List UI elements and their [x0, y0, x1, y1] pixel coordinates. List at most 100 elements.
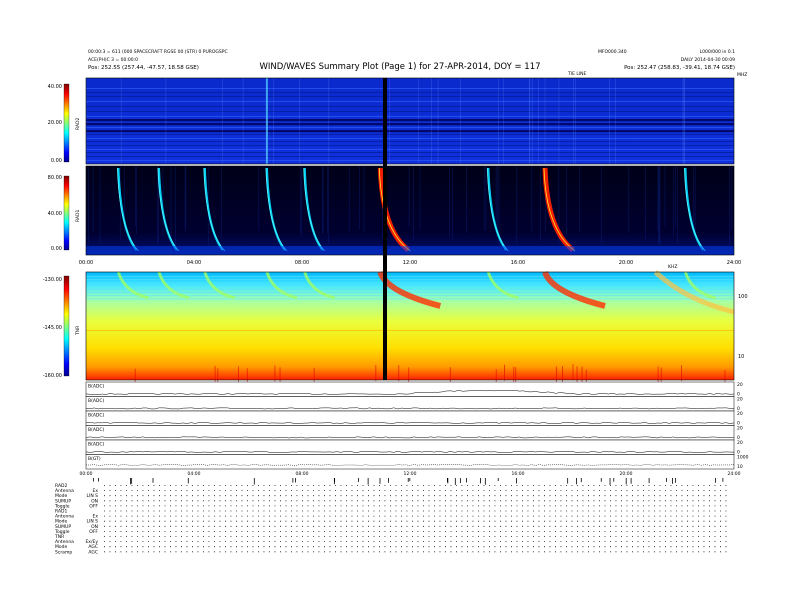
rad1-streak [322, 166, 323, 235]
rad1-streak [673, 166, 675, 236]
rad2-streak [389, 78, 390, 164]
rad2-line [86, 101, 734, 102]
footer-row-label: Mode [55, 519, 67, 525]
tnr-spike [398, 365, 400, 382]
rad1-streak [327, 166, 328, 233]
rad1-streak [694, 166, 696, 234]
rad1-streak [497, 166, 498, 237]
rad1-streak [452, 166, 453, 240]
tnr-right-label: KHZ [668, 264, 677, 270]
footer-row-value: OFF [89, 529, 98, 535]
event-tick [295, 478, 296, 483]
rad1-streak [495, 166, 497, 229]
rad1-tick-top: 80.00 [48, 175, 62, 181]
rad1-streak [221, 166, 222, 238]
rad2-line [86, 106, 734, 107]
footer-row-label: Toggle [54, 529, 70, 535]
mag-right-tick: 20 [737, 440, 743, 446]
rad1-streak [540, 166, 541, 241]
rad2-tick-bottom: 0.00 [51, 158, 62, 164]
rad1-colorbar [63, 175, 70, 251]
mag-panel-label: B(GT) [88, 456, 101, 462]
rad1-streak [175, 166, 176, 245]
rad2-streak [682, 78, 684, 164]
tnr-spike [681, 365, 682, 382]
header-left-line2: ACE(PH)C 3 = 00:00:0 [88, 57, 138, 63]
rad2-streak [460, 78, 461, 164]
event-tick [388, 478, 389, 483]
rad2-streak [575, 78, 576, 164]
footer-instrument-status: RAD2Antenna ExMode LIN SSUMUP ONToggle OFFRA… [54, 483, 727, 555]
tnr-spike [449, 367, 451, 384]
event-tick [357, 478, 359, 483]
footer-row-value: LIN S [87, 519, 99, 525]
footer-row-label: Antenna [55, 539, 74, 545]
event-tick [480, 478, 481, 484]
event-tick [665, 478, 667, 482]
rad2-streak [538, 78, 539, 164]
rad1-x-tick: 20:00 [619, 260, 633, 266]
mag-panel-frame [85, 396, 735, 412]
event-tick [497, 478, 499, 482]
footer-row-label: RAD2 [55, 483, 67, 489]
tnr-panel: -130.00 -145.00 -160.00 TNR 100 10 KHZ [43, 264, 748, 386]
rad1-streak [162, 166, 164, 236]
rad2-tick-mid: 20.00 [48, 120, 62, 126]
footer-row-label: SUMUP [55, 498, 71, 504]
event-tick [567, 478, 569, 484]
mag-right-tick: 1000 [737, 455, 749, 461]
rad1-panel: 80.00 40.00 0.00 RAD1 00:00 04:00 08:00 12:… [48, 165, 741, 266]
data-gap-marker [383, 78, 387, 380]
footer-row-value: Ex/Ey [85, 539, 98, 545]
mag-panel-frame [85, 454, 735, 470]
rad2-line [86, 127, 734, 128]
event-tick [516, 478, 517, 484]
rad1-streak [363, 166, 365, 232]
event-tick [379, 478, 381, 484]
rad2-line [86, 123, 734, 126]
tnr-spike [408, 367, 410, 384]
tnr-tick-mid: -145.00 [43, 325, 62, 331]
rad1-streak [449, 166, 450, 237]
rad2-line [86, 119, 734, 122]
tnr-tick-bottom: -160.00 [43, 373, 62, 379]
rad1-streak [579, 166, 580, 232]
mag-x-tick: 16:00 [512, 471, 525, 477]
event-tick [625, 478, 627, 485]
footer-row-value: Ex [92, 514, 98, 520]
event-tick [576, 478, 577, 485]
rad1-streak [300, 166, 301, 234]
event-tick [131, 478, 133, 484]
rad1-streak [531, 166, 533, 231]
header-left-line1: 00:00:3 = 611 (000 SPACECRAFT RGSE 00 (S… [88, 49, 228, 55]
rad2-streak [165, 78, 167, 164]
rad1-streak [419, 166, 421, 230]
rad2-line [86, 149, 734, 150]
event-tick [613, 478, 615, 482]
page-title: WIND/WAVES Summary Plot (Page 1) for 27-… [259, 62, 540, 72]
rad2-streak [299, 78, 300, 164]
rad2-line [86, 88, 734, 89]
rad2-colorbar-label: RAD2 [75, 118, 81, 130]
rad1-streak [675, 166, 676, 228]
rad1-streak [483, 166, 485, 231]
mag-panel-label: B(ADC) [88, 442, 105, 448]
event-tick [672, 478, 673, 484]
footer-row-label: RAD1 [55, 509, 67, 515]
rad1-streak [359, 166, 360, 230]
event-tick [459, 478, 461, 484]
header-right-line2: DAILY 2014-04-30 00:09 [681, 57, 736, 63]
rad1-background [86, 166, 734, 255]
rad1-colorbar-label: RAD1 [75, 210, 81, 222]
footer-row-label: Toggle [54, 503, 70, 509]
footer-row-value: LIN S [87, 493, 99, 499]
rad2-line [86, 138, 734, 139]
event-tick [152, 478, 154, 483]
footer-row-value: AGC [88, 544, 98, 550]
mag-panel-label: B(ADC) [88, 413, 105, 419]
rad1-streak [413, 166, 414, 240]
tnr-colorbar-label: TNR [75, 326, 81, 336]
event-tick [484, 478, 486, 485]
rad2-colorbar [63, 83, 70, 163]
waves-summary-plot: 00:00:3 = 611 (000 SPACECRAFT RGSE 00 (S… [43, 49, 749, 555]
